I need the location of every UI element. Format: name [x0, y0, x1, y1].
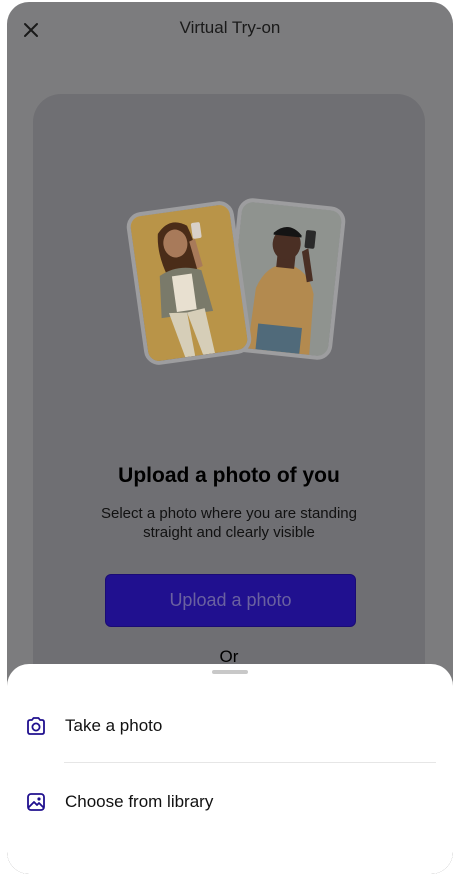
sheet-divider — [64, 762, 436, 763]
page-title: Virtual Try-on — [179, 18, 281, 37]
action-sheet: Take a photo Choose from library — [7, 664, 453, 874]
take-photo-option[interactable]: Take a photo — [7, 700, 453, 752]
image-gallery-icon — [24, 790, 48, 814]
upload-photo-button[interactable]: Upload a photo — [105, 574, 356, 627]
header: Virtual Try-on — [7, 2, 453, 58]
camera-icon — [24, 714, 48, 738]
example-photo-woman — [124, 199, 254, 367]
choose-from-library-label: Choose from library — [65, 792, 214, 811]
choose-from-library-option[interactable]: Choose from library — [7, 776, 453, 828]
upload-description-line-2: straight and clearly visible — [143, 524, 315, 541]
woman-illustration — [129, 203, 249, 363]
upload-title: Upload a photo of you — [118, 464, 340, 487]
upload-description: Select a photo where you are standing st… — [88, 504, 370, 542]
upload-description-line-1: Select a photo where you are standing — [100, 505, 357, 522]
take-photo-label: Take a photo — [65, 716, 163, 735]
app-screen: Virtual Try-on Upload a photo of you Sel… — [7, 2, 453, 874]
upload-card: Upload a photo of you Select a photo whe… — [33, 94, 425, 734]
sheet-grabber[interactable] — [212, 670, 248, 674]
example-photos — [33, 190, 425, 390]
